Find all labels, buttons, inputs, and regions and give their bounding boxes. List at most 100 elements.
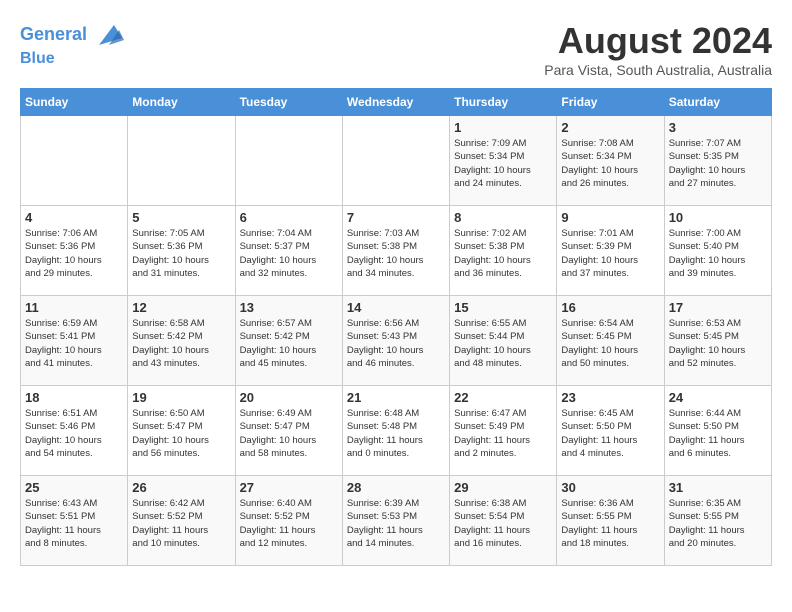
day-number: 15 [454, 300, 552, 315]
day-number: 30 [561, 480, 659, 495]
calendar-cell: 30Sunrise: 6:36 AM Sunset: 5:55 PM Dayli… [557, 476, 664, 566]
weekday-header-row: SundayMondayTuesdayWednesdayThursdayFrid… [21, 89, 772, 116]
calendar-cell: 24Sunrise: 6:44 AM Sunset: 5:50 PM Dayli… [664, 386, 771, 476]
month-title: August 2024 [544, 20, 772, 62]
calendar-cell: 26 Sunrise: 6:42 AM Sunset: 5:52 PM Dayli… [128, 476, 235, 566]
calendar-cell: 19Sunrise: 6:50 AM Sunset: 5:47 PM Dayli… [128, 386, 235, 476]
day-info: Sunrise: 6:54 AM Sunset: 5:45 PM Dayligh… [561, 317, 659, 370]
day-info: Sunrise: 6:58 AM Sunset: 5:42 PM Dayligh… [132, 317, 230, 370]
calendar-cell: 17Sunrise: 6:53 AM Sunset: 5:45 PM Dayli… [664, 296, 771, 386]
day-number: 1 [454, 120, 552, 135]
day-number: 26 [132, 480, 230, 495]
calendar-week-row: 18 Sunrise: 6:51 AM Sunset: 5:46 PM Dayli… [21, 386, 772, 476]
logo: General Blue [20, 20, 124, 68]
day-info: Sunrise: 6:40 AM Sunset: 5:52 PM Dayligh… [240, 497, 338, 550]
calendar-cell: 11Sunrise: 6:59 AM Sunset: 5:41 PM Dayli… [21, 296, 128, 386]
day-info: Sunrise: 7:09 AM Sunset: 5:34 PM Dayligh… [454, 137, 552, 190]
day-number: 21 [347, 390, 445, 405]
weekday-header-saturday: Saturday [664, 89, 771, 116]
day-info: Sunrise: 6:51 AM Sunset: 5:46 PM Dayligh… [25, 407, 123, 460]
day-info: Sunrise: 6:59 AM Sunset: 5:41 PM Dayligh… [25, 317, 123, 370]
day-info: Sunrise: 6:57 AM Sunset: 5:42 PM Dayligh… [240, 317, 338, 370]
day-number: 6 [240, 210, 338, 225]
calendar-cell: 4Sunrise: 7:06 AM Sunset: 5:36 PM Daylig… [21, 206, 128, 296]
day-info: Sunrise: 6:47 AM Sunset: 5:49 PM Dayligh… [454, 407, 552, 460]
day-number: 24 [669, 390, 767, 405]
day-number: 23 [561, 390, 659, 405]
day-number: 4 [25, 210, 123, 225]
day-number: 31 [669, 480, 767, 495]
day-info: Sunrise: 6:55 AM Sunset: 5:44 PM Dayligh… [454, 317, 552, 370]
day-number: 10 [669, 210, 767, 225]
calendar-cell: 13 Sunrise: 6:57 AM Sunset: 5:42 PM Dayli… [235, 296, 342, 386]
calendar-cell: 23 Sunrise: 6:45 AM Sunset: 5:50 PM Dayli… [557, 386, 664, 476]
calendar-cell: 5 Sunrise: 7:05 AM Sunset: 5:36 PM Daylig… [128, 206, 235, 296]
location-title: Para Vista, South Australia, Australia [544, 62, 772, 78]
day-info: Sunrise: 7:05 AM Sunset: 5:36 PM Dayligh… [132, 227, 230, 280]
day-info: Sunrise: 6:42 AM Sunset: 5:52 PM Dayligh… [132, 497, 230, 550]
calendar-cell [235, 116, 342, 206]
day-info: Sunrise: 6:48 AM Sunset: 5:48 PM Dayligh… [347, 407, 445, 460]
day-number: 25 [25, 480, 123, 495]
day-info: Sunrise: 6:35 AM Sunset: 5:55 PM Dayligh… [669, 497, 767, 550]
weekday-header-monday: Monday [128, 89, 235, 116]
weekday-header-sunday: Sunday [21, 89, 128, 116]
calendar-cell: 2 Sunrise: 7:08 AM Sunset: 5:34 PM Daylig… [557, 116, 664, 206]
calendar-week-row: 25 Sunrise: 6:43 AM Sunset: 5:51 PM Dayli… [21, 476, 772, 566]
calendar-week-row: 1 Sunrise: 7:09 AM Sunset: 5:34 PM Daylig… [21, 116, 772, 206]
day-info: Sunrise: 7:02 AM Sunset: 5:38 PM Dayligh… [454, 227, 552, 280]
logo-icon [94, 20, 124, 50]
calendar-cell [342, 116, 449, 206]
weekday-header-tuesday: Tuesday [235, 89, 342, 116]
weekday-header-friday: Friday [557, 89, 664, 116]
calendar-cell: 21 Sunrise: 6:48 AM Sunset: 5:48 PM Dayli… [342, 386, 449, 476]
day-number: 13 [240, 300, 338, 315]
day-info: Sunrise: 7:08 AM Sunset: 5:34 PM Dayligh… [561, 137, 659, 190]
calendar-cell: 1 Sunrise: 7:09 AM Sunset: 5:34 PM Daylig… [450, 116, 557, 206]
day-info: Sunrise: 7:00 AM Sunset: 5:40 PM Dayligh… [669, 227, 767, 280]
calendar-cell: 31 Sunrise: 6:35 AM Sunset: 5:55 PM Dayli… [664, 476, 771, 566]
day-info: Sunrise: 7:03 AM Sunset: 5:38 PM Dayligh… [347, 227, 445, 280]
calendar-week-row: 4Sunrise: 7:06 AM Sunset: 5:36 PM Daylig… [21, 206, 772, 296]
day-number: 7 [347, 210, 445, 225]
day-info: Sunrise: 6:38 AM Sunset: 5:54 PM Dayligh… [454, 497, 552, 550]
calendar-cell [21, 116, 128, 206]
day-info: Sunrise: 6:45 AM Sunset: 5:50 PM Dayligh… [561, 407, 659, 460]
logo-text: General [20, 20, 124, 50]
calendar-cell: 27 Sunrise: 6:40 AM Sunset: 5:52 PM Dayli… [235, 476, 342, 566]
day-info: Sunrise: 6:39 AM Sunset: 5:53 PM Dayligh… [347, 497, 445, 550]
day-number: 16 [561, 300, 659, 315]
day-info: Sunrise: 6:49 AM Sunset: 5:47 PM Dayligh… [240, 407, 338, 460]
day-number: 29 [454, 480, 552, 495]
calendar-cell: 10 Sunrise: 7:00 AM Sunset: 5:40 PM Dayli… [664, 206, 771, 296]
day-number: 2 [561, 120, 659, 135]
page-header: General Blue August 2024 Para Vista, Sou… [20, 20, 772, 78]
logo-blue: Blue [20, 50, 124, 68]
calendar-week-row: 11Sunrise: 6:59 AM Sunset: 5:41 PM Dayli… [21, 296, 772, 386]
calendar-cell: 8Sunrise: 7:02 AM Sunset: 5:38 PM Daylig… [450, 206, 557, 296]
day-number: 27 [240, 480, 338, 495]
calendar-cell: 7 Sunrise: 7:03 AM Sunset: 5:38 PM Daylig… [342, 206, 449, 296]
calendar-cell: 25 Sunrise: 6:43 AM Sunset: 5:51 PM Dayli… [21, 476, 128, 566]
day-number: 19 [132, 390, 230, 405]
calendar-cell: 9 Sunrise: 7:01 AM Sunset: 5:39 PM Daylig… [557, 206, 664, 296]
calendar-cell: 20Sunrise: 6:49 AM Sunset: 5:47 PM Dayli… [235, 386, 342, 476]
day-info: Sunrise: 7:01 AM Sunset: 5:39 PM Dayligh… [561, 227, 659, 280]
day-number: 14 [347, 300, 445, 315]
day-number: 17 [669, 300, 767, 315]
calendar-cell: 28 Sunrise: 6:39 AM Sunset: 5:53 PM Dayli… [342, 476, 449, 566]
day-info: Sunrise: 7:07 AM Sunset: 5:35 PM Dayligh… [669, 137, 767, 190]
calendar-table: SundayMondayTuesdayWednesdayThursdayFrid… [20, 88, 772, 566]
day-number: 9 [561, 210, 659, 225]
day-number: 28 [347, 480, 445, 495]
title-block: August 2024 Para Vista, South Australia,… [544, 20, 772, 78]
day-info: Sunrise: 6:43 AM Sunset: 5:51 PM Dayligh… [25, 497, 123, 550]
calendar-cell [128, 116, 235, 206]
calendar-cell: 18 Sunrise: 6:51 AM Sunset: 5:46 PM Dayli… [21, 386, 128, 476]
day-number: 5 [132, 210, 230, 225]
day-number: 22 [454, 390, 552, 405]
day-number: 18 [25, 390, 123, 405]
day-info: Sunrise: 7:04 AM Sunset: 5:37 PM Dayligh… [240, 227, 338, 280]
weekday-header-thursday: Thursday [450, 89, 557, 116]
calendar-cell: 22 Sunrise: 6:47 AM Sunset: 5:49 PM Dayli… [450, 386, 557, 476]
